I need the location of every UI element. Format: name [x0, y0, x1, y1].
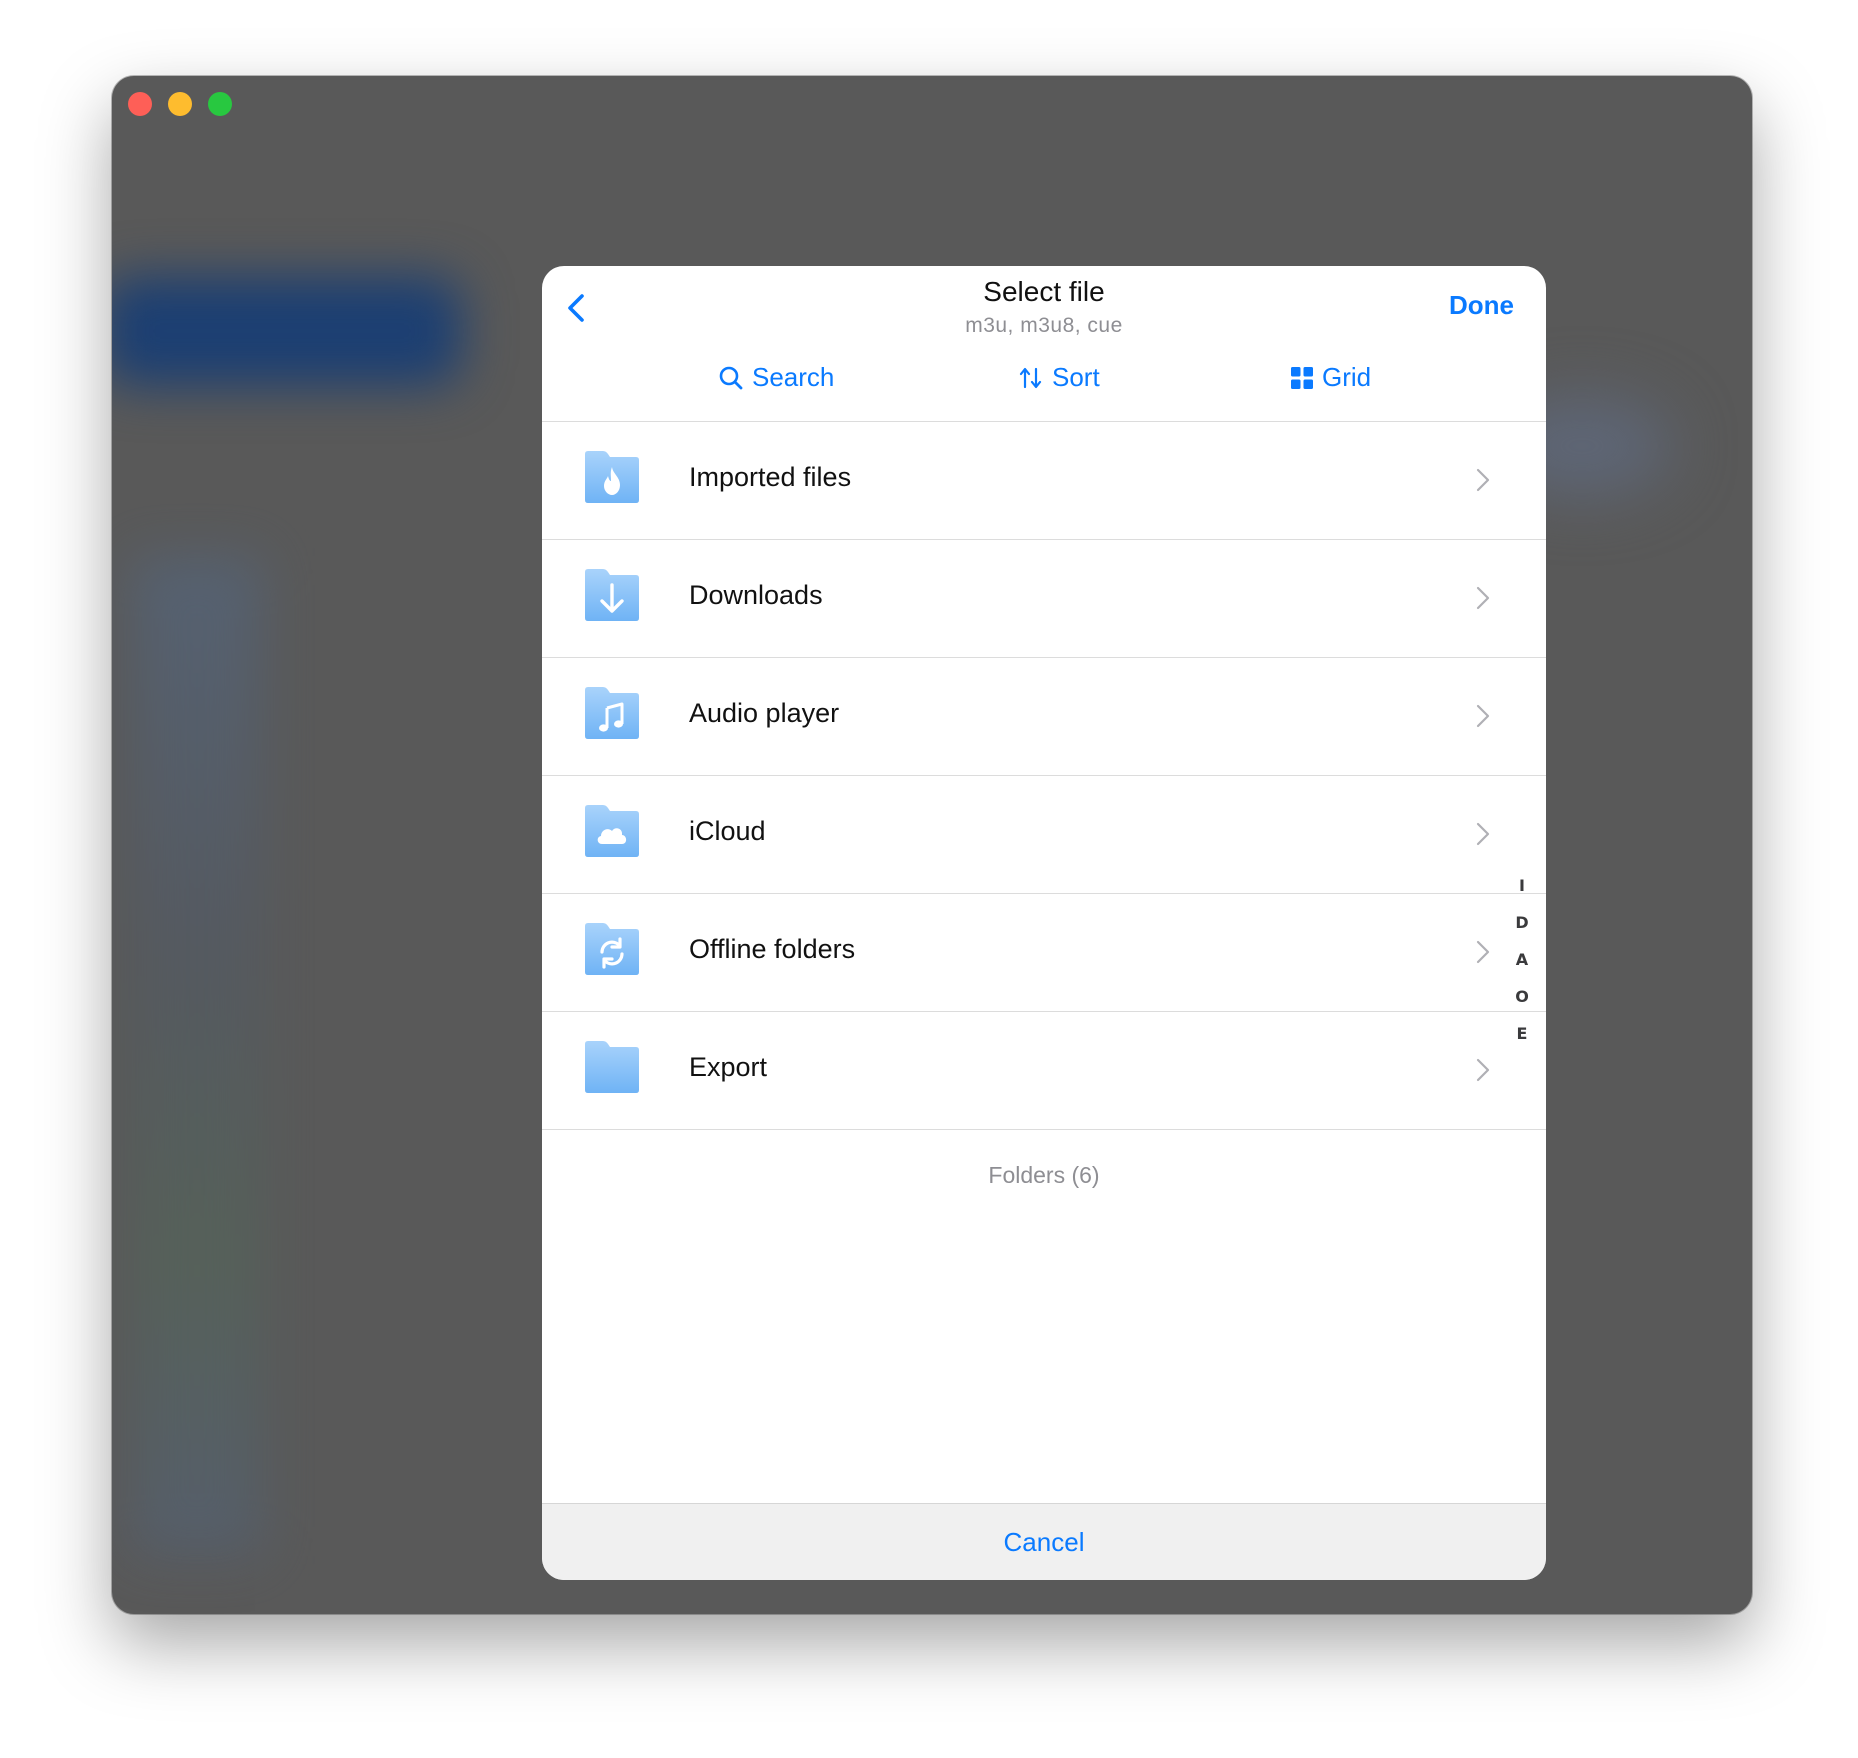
- dialog-subtitle: m3u, m3u8, cue: [965, 314, 1123, 337]
- search-button-label: Search: [752, 362, 835, 392]
- folder-row-audio-player[interactable]: Audio player: [542, 658, 1546, 776]
- index-letter[interactable]: O: [1512, 987, 1532, 1024]
- app-window: Select file m3u, m3u8, cue Done Search S…: [112, 76, 1752, 1614]
- alphabet-index-bar[interactable]: I D A O E: [1512, 876, 1532, 1061]
- index-letter[interactable]: D: [1512, 913, 1532, 950]
- done-button[interactable]: Done: [1449, 290, 1514, 321]
- cloud-folder-icon: [585, 805, 639, 857]
- dialog-title: Select file: [983, 276, 1105, 307]
- index-letter[interactable]: I: [1512, 876, 1532, 913]
- close-window-button[interactable]: [128, 92, 152, 116]
- folder-label: Export: [689, 1052, 768, 1082]
- music-folder-icon: [585, 687, 639, 739]
- grid-icon: [1291, 366, 1313, 389]
- zoom-window-button[interactable]: [208, 92, 232, 116]
- folder-label: Audio player: [689, 698, 840, 728]
- folder-row-imported-files[interactable]: Imported files: [542, 422, 1546, 540]
- folder-row-icloud[interactable]: iCloud: [542, 776, 1546, 894]
- folder-list: Imported files Downloads Audio player iC…: [542, 422, 1546, 1130]
- minimize-window-button[interactable]: [168, 92, 192, 116]
- chevron-right-icon: [1476, 822, 1490, 846]
- chevron-right-icon: [1476, 940, 1490, 964]
- chevron-right-icon: [1476, 1058, 1490, 1082]
- window-controls: [128, 92, 232, 116]
- cancel-button[interactable]: Cancel: [542, 1503, 1546, 1580]
- index-letter[interactable]: E: [1512, 1024, 1532, 1061]
- search-button[interactable]: Search: [718, 362, 834, 393]
- flame-folder-icon: [585, 451, 639, 503]
- select-file-dialog: Select file m3u, m3u8, cue Done Search S…: [542, 266, 1546, 1580]
- search-icon: [719, 366, 743, 389]
- folder-icon: [585, 1041, 639, 1093]
- sort-button-label: Sort: [1052, 362, 1100, 392]
- background-blur: [132, 556, 262, 1556]
- chevron-right-icon: [1476, 704, 1490, 728]
- folder-row-downloads[interactable]: Downloads: [542, 540, 1546, 658]
- folder-label: Downloads: [689, 580, 823, 610]
- sort-button[interactable]: Sort: [1018, 362, 1100, 393]
- folder-row-offline-folders[interactable]: Offline folders: [542, 894, 1546, 1012]
- background-blur: [112, 276, 462, 386]
- index-letter[interactable]: A: [1512, 950, 1532, 987]
- chevron-right-icon: [1476, 586, 1490, 610]
- grid-button[interactable]: Grid: [1290, 362, 1371, 393]
- folder-count: Folders (6): [988, 1162, 1100, 1188]
- download-folder-icon: [585, 569, 639, 621]
- sort-arrows-icon: [1019, 367, 1042, 388]
- dialog-header: Select file m3u, m3u8, cue Done Search S…: [542, 266, 1546, 422]
- folder-row-export[interactable]: Export: [542, 1012, 1546, 1130]
- chevron-right-icon: [1476, 468, 1490, 492]
- grid-button-label: Grid: [1322, 362, 1372, 392]
- sync-folder-icon: [585, 923, 639, 975]
- folder-label: iCloud: [689, 816, 766, 846]
- folder-label: Offline folders: [689, 934, 856, 964]
- folder-label: Imported files: [689, 462, 852, 492]
